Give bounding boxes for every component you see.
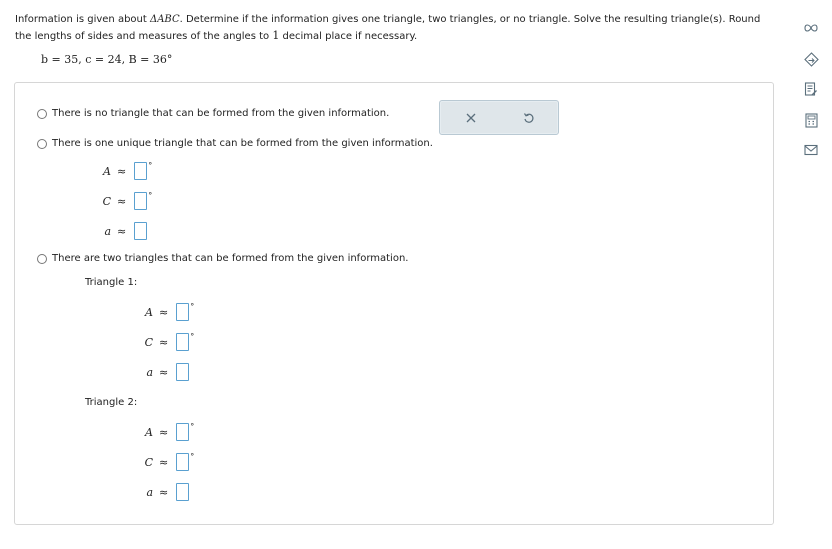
navigate-button[interactable] bbox=[803, 51, 819, 67]
side-a-label: a bbox=[104, 224, 111, 238]
side-a-label: a bbox=[146, 485, 153, 499]
option-one-triangle[interactable]: There is one unique triangle that can be… bbox=[37, 138, 433, 149]
t1-A-row: A ≈ ° bbox=[139, 302, 195, 321]
angle-C-label: C bbox=[102, 194, 111, 208]
triangle-symbol: ΔABC bbox=[149, 14, 180, 25]
clear-button[interactable] bbox=[462, 109, 480, 127]
approx-symbol: ≈ bbox=[117, 164, 127, 178]
side-a-label: a bbox=[146, 365, 153, 379]
angle-C-label: C bbox=[144, 455, 153, 469]
close-icon bbox=[466, 113, 476, 123]
option-no-triangle-label: There is no triangle that can be formed … bbox=[52, 108, 390, 119]
notes-button[interactable] bbox=[803, 81, 819, 97]
degree-symbol: ° bbox=[190, 422, 195, 431]
approx-symbol: ≈ bbox=[159, 455, 169, 469]
degree-symbol: ° bbox=[190, 302, 195, 311]
angle-A-label: A bbox=[103, 164, 111, 178]
given-values: b = 35, c = 24, B = 36° bbox=[41, 53, 173, 66]
question-prompt: Information is given about ΔABC. Determi… bbox=[15, 12, 775, 45]
t1-A-input[interactable] bbox=[176, 303, 190, 321]
radio-one-triangle[interactable] bbox=[37, 138, 47, 149]
calculator-icon bbox=[804, 112, 818, 128]
angle-A-label: A bbox=[145, 305, 153, 319]
triangle-2-heading: Triangle 2: bbox=[85, 397, 138, 408]
one-C-row: C ≈ ° bbox=[97, 191, 153, 210]
approx-symbol: ≈ bbox=[159, 365, 169, 379]
calculator-button[interactable] bbox=[803, 112, 819, 128]
message-button[interactable] bbox=[803, 142, 819, 158]
one-A-input[interactable] bbox=[134, 162, 148, 180]
angle-C-label: C bbox=[144, 335, 153, 349]
infinity-button[interactable] bbox=[803, 20, 819, 36]
option-two-triangles-label: There are two triangles that can be form… bbox=[52, 253, 409, 264]
answer-toolbar bbox=[439, 100, 559, 135]
option-two-triangles[interactable]: There are two triangles that can be form… bbox=[37, 253, 408, 264]
degree-symbol: ° bbox=[148, 161, 153, 170]
angle-A-label: A bbox=[145, 425, 153, 439]
infinity-icon bbox=[804, 24, 818, 32]
prompt-part3: decimal place if necessary. bbox=[279, 31, 418, 42]
one-A-row: A ≈ ° bbox=[97, 161, 153, 180]
option-no-triangle[interactable]: There is no triangle that can be formed … bbox=[37, 108, 389, 119]
approx-symbol: ≈ bbox=[159, 335, 169, 349]
degree-symbol: ° bbox=[190, 332, 195, 341]
mail-icon bbox=[804, 144, 818, 156]
t2-a-row: a ≈ bbox=[139, 483, 190, 501]
approx-symbol: ≈ bbox=[117, 194, 127, 208]
undo-icon bbox=[523, 113, 534, 123]
one-C-input[interactable] bbox=[134, 192, 148, 210]
degree-symbol: ° bbox=[190, 452, 195, 461]
undo-button[interactable] bbox=[520, 109, 538, 127]
triangle-1-heading: Triangle 1: bbox=[85, 277, 138, 288]
approx-symbol: ≈ bbox=[159, 305, 169, 319]
t2-A-row: A ≈ ° bbox=[139, 422, 195, 441]
one-a-input[interactable] bbox=[134, 222, 148, 240]
radio-two-triangles[interactable] bbox=[37, 253, 47, 264]
option-one-triangle-label: There is one unique triangle that can be… bbox=[52, 138, 433, 149]
approx-symbol: ≈ bbox=[159, 485, 169, 499]
approx-symbol: ≈ bbox=[117, 224, 127, 238]
degree-symbol: ° bbox=[148, 191, 153, 200]
document-edit-icon bbox=[804, 81, 817, 96]
t1-C-row: C ≈ ° bbox=[139, 332, 195, 351]
t2-C-row: C ≈ ° bbox=[139, 452, 195, 471]
t1-C-input[interactable] bbox=[176, 333, 190, 351]
prompt-part1: Information is given about bbox=[15, 14, 150, 25]
approx-symbol: ≈ bbox=[159, 425, 169, 439]
t2-C-input[interactable] bbox=[176, 453, 190, 471]
t1-a-row: a ≈ bbox=[139, 363, 190, 381]
t2-A-input[interactable] bbox=[176, 423, 190, 441]
t2-a-input[interactable] bbox=[176, 483, 190, 501]
diamond-arrow-icon bbox=[803, 51, 819, 67]
radio-no-triangle[interactable] bbox=[37, 108, 47, 119]
t1-a-input[interactable] bbox=[176, 363, 190, 381]
one-a-row: a ≈ bbox=[97, 222, 148, 240]
